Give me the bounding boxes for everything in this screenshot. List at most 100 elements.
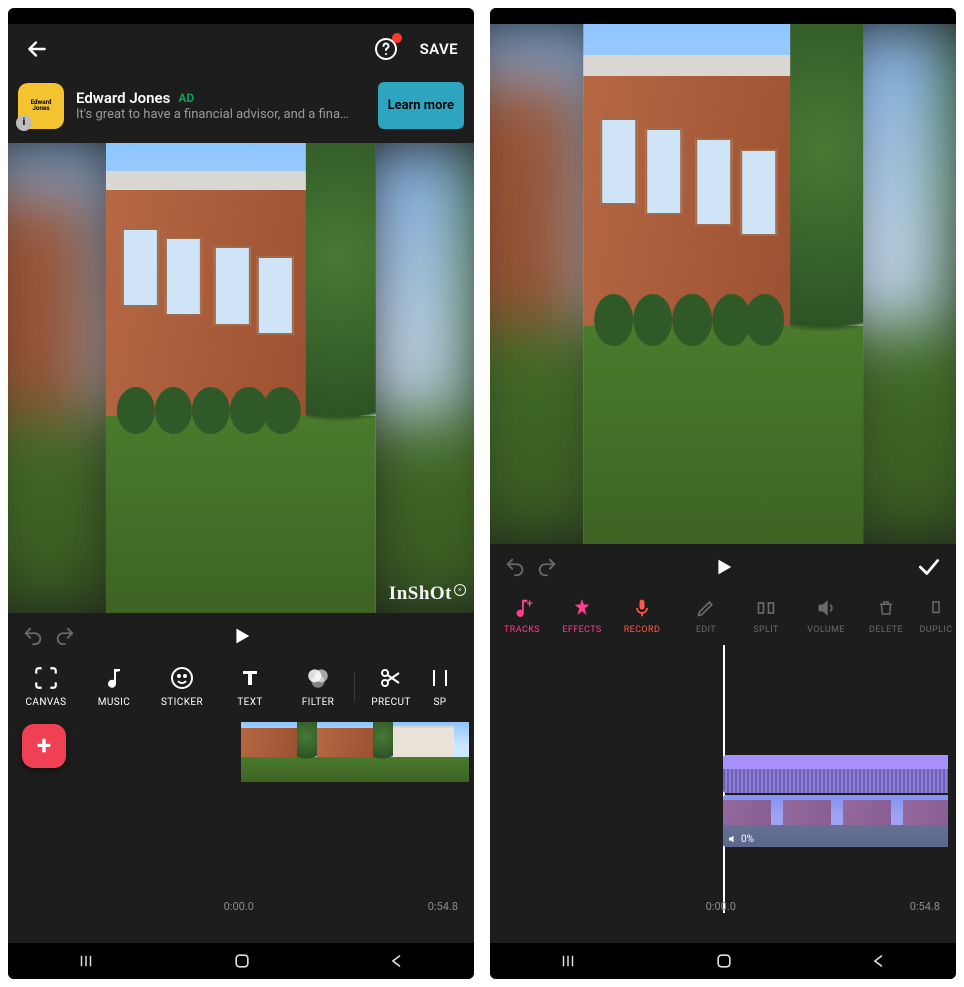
nav-back-icon[interactable] xyxy=(869,951,889,971)
notification-dot xyxy=(392,33,402,43)
android-navbar xyxy=(490,943,956,979)
edit-icon xyxy=(696,596,716,620)
tool-label: DELETE xyxy=(869,625,903,635)
waveform xyxy=(723,769,948,793)
save-button[interactable]: SAVE xyxy=(420,40,458,58)
ad-info-icon[interactable]: i xyxy=(16,115,32,131)
tool-filter[interactable]: FILTER xyxy=(284,665,352,708)
confirm-icon[interactable] xyxy=(916,554,942,580)
tool-bar: CANVAS MUSIC STICKER TEXT FILTER PRECU xyxy=(8,659,474,718)
top-bar: SAVE xyxy=(8,24,474,74)
music-tool-edit: EDIT xyxy=(676,596,736,635)
music-tool-split: SPLIT xyxy=(736,596,796,635)
video-preview[interactable]: InShOt× xyxy=(8,143,474,613)
music-tool-delete: DELETE xyxy=(856,596,916,635)
split-icon xyxy=(755,596,777,620)
video-track[interactable]: 0% xyxy=(723,795,948,847)
music-timeline[interactable]: Marching Forward_DWUSA 43_13 Brad Stones… xyxy=(490,645,956,943)
ad-logo: Edward Jones i xyxy=(18,83,64,129)
left-screen: SAVE Edward Jones i Edward Jones AD It's… xyxy=(8,8,474,979)
music-tool-record[interactable]: RECORD xyxy=(612,596,672,635)
ad-tag: AD xyxy=(178,91,194,105)
nav-home-icon[interactable] xyxy=(714,951,734,971)
record-icon xyxy=(632,596,652,620)
tool-label: MUSIC xyxy=(98,697,130,708)
ad-banner[interactable]: Edward Jones i Edward Jones AD It's grea… xyxy=(8,74,474,143)
time-labels: 0:00.0 0:54.8 xyxy=(490,900,956,913)
tool-label: EDIT xyxy=(696,625,716,635)
canvas-icon xyxy=(33,665,59,691)
nav-back-icon[interactable] xyxy=(387,951,407,971)
redo-icon[interactable] xyxy=(536,556,558,578)
volume-icon xyxy=(815,596,837,620)
ad-text: Edward Jones AD It's great to have a fin… xyxy=(76,89,366,122)
tool-text[interactable]: TEXT xyxy=(216,665,284,708)
audio-track-label: Marching Forward_DWUSA 43_13 Brad Stones xyxy=(727,755,948,769)
timeline[interactable]: + 0:00.0 0:54.8 xyxy=(8,718,474,943)
effects-icon xyxy=(571,596,593,620)
back-icon[interactable] xyxy=(24,36,50,62)
tool-sticker[interactable]: STICKER xyxy=(148,665,216,708)
watermark[interactable]: InShOt× xyxy=(389,583,466,605)
add-clip-button[interactable]: + xyxy=(22,724,66,768)
preview-frame xyxy=(583,24,863,544)
ad-subtitle: It's great to have a financial advisor, … xyxy=(76,107,366,122)
redo-icon[interactable] xyxy=(54,625,76,647)
playback-row xyxy=(490,544,956,590)
tool-label: EFFECTS xyxy=(562,625,601,635)
music-icon xyxy=(102,665,126,691)
status-bar xyxy=(490,8,956,24)
audio-track[interactable]: Marching Forward_DWUSA 43_13 Brad Stones xyxy=(723,755,948,793)
tool-speed[interactable]: SP xyxy=(425,665,455,708)
tool-label: SPLIT xyxy=(753,625,779,635)
tool-label: SP xyxy=(433,697,446,708)
duplicate-icon xyxy=(927,596,945,620)
video-preview[interactable] xyxy=(490,24,956,544)
nav-recents-icon[interactable] xyxy=(75,952,97,970)
music-tool-duplicate: DUPLIC xyxy=(916,596,956,635)
playback-row xyxy=(8,613,474,659)
tool-label: TEXT xyxy=(237,697,263,708)
music-tool-effects[interactable]: EFFECTS xyxy=(552,596,612,635)
tool-precut[interactable]: PRECUT xyxy=(357,665,425,708)
tool-label: RECORD xyxy=(624,625,661,635)
android-navbar xyxy=(8,943,474,979)
svg-text:+: + xyxy=(527,597,533,610)
tool-canvas[interactable]: CANVAS xyxy=(12,665,80,708)
tool-label: PRECUT xyxy=(371,697,411,708)
close-watermark-icon[interactable]: × xyxy=(454,584,466,596)
undo-icon[interactable] xyxy=(504,556,526,578)
time-end: 0:54.8 xyxy=(428,900,458,913)
preview-frame xyxy=(106,143,376,613)
music-tool-bar: + TRACKS EFFECTS RECORD EDIT SPLIT xyxy=(490,590,956,645)
undo-icon[interactable] xyxy=(22,625,44,647)
music-tool-tracks[interactable]: + TRACKS xyxy=(492,596,552,635)
time-start: 0:00.0 xyxy=(224,900,254,913)
filter-icon xyxy=(305,665,331,691)
play-icon[interactable] xyxy=(712,556,734,578)
timeline-thumbs[interactable] xyxy=(241,722,469,782)
tool-label: CANVAS xyxy=(25,697,66,708)
track-volume: 0% xyxy=(727,833,754,845)
tool-label: DUPLIC xyxy=(920,625,953,635)
tool-label: TRACKS xyxy=(504,625,540,635)
text-icon xyxy=(238,665,262,691)
nav-recents-icon[interactable] xyxy=(557,952,579,970)
status-bar xyxy=(8,8,474,24)
ad-cta-button[interactable]: Learn more xyxy=(378,82,464,129)
tool-label: FILTER xyxy=(302,697,335,708)
music-tool-volume: VOLUME xyxy=(796,596,856,635)
play-icon[interactable] xyxy=(230,625,252,647)
time-labels: 0:00.0 0:54.8 xyxy=(8,900,474,913)
help-icon[interactable] xyxy=(374,37,398,61)
tool-music[interactable]: MUSIC xyxy=(80,665,148,708)
speed-icon xyxy=(428,665,452,691)
ad-title: Edward Jones xyxy=(76,89,170,107)
tool-label: VOLUME xyxy=(807,625,845,635)
delete-icon xyxy=(877,596,895,620)
nav-home-icon[interactable] xyxy=(232,951,252,971)
time-end: 0:54.8 xyxy=(910,900,940,913)
time-start: 0:00.0 xyxy=(706,900,736,913)
sticker-icon xyxy=(170,665,194,691)
tool-divider xyxy=(354,672,355,702)
